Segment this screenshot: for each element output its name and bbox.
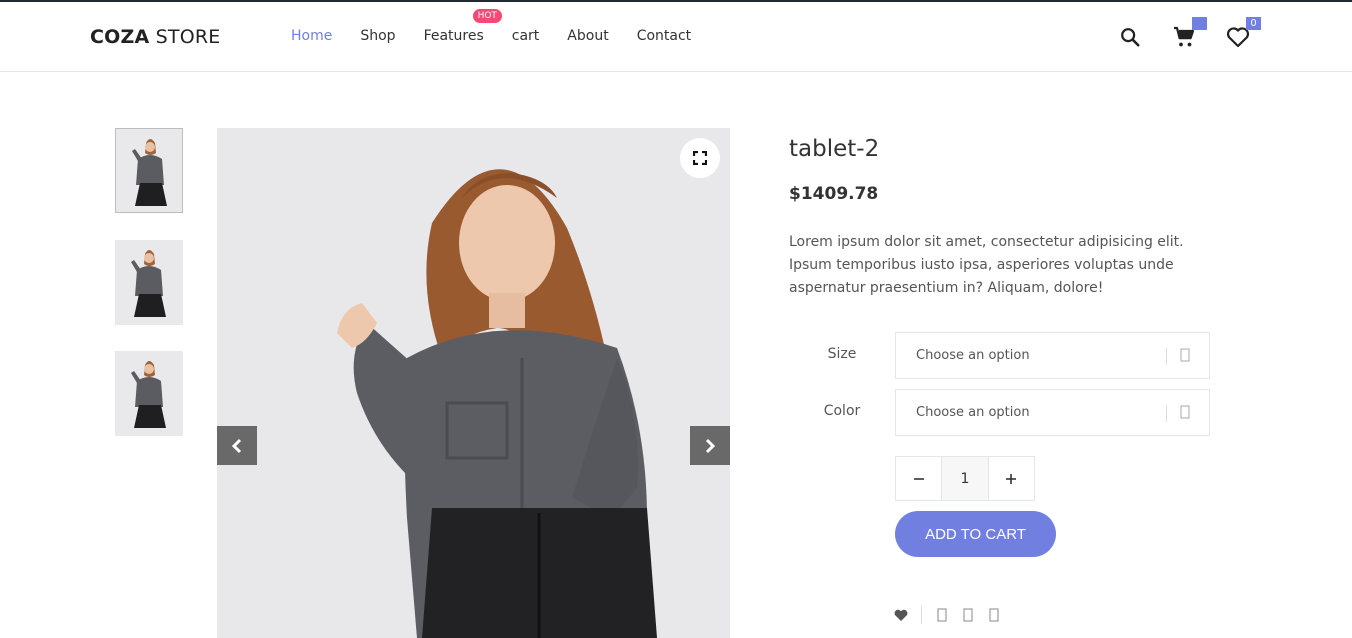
share-bar [893,606,1014,624]
add-to-wishlist-button[interactable] [893,607,909,623]
search-button[interactable] [1117,24,1143,50]
heart-icon [894,609,908,621]
expand-image-button[interactable] [680,138,720,178]
nav-home[interactable]: Home [291,28,332,44]
product-thumbnail-image [116,129,182,212]
google-plus-icon[interactable] [988,607,1000,623]
product-price: $1409.78 [789,184,879,204]
share-divider [921,606,922,624]
nav-features-label: Features [423,28,484,44]
select-divider [1166,348,1167,365]
thumbnail-3[interactable] [115,351,183,436]
product-thumbnail-image [115,351,183,436]
nav-cart[interactable]: cart [512,28,540,44]
minus-icon [913,477,924,480]
size-label: Size [827,346,857,362]
search-icon [1121,28,1140,47]
color-select[interactable]: Choose an option [895,389,1210,436]
quantity-input[interactable]: 1 [941,457,989,500]
logo-light-text: STORE [149,26,221,48]
size-select[interactable]: Choose an option [895,332,1210,379]
select-divider [1166,405,1167,422]
main-nav: Home Shop Features HOT cart About Contac… [291,9,691,44]
thumbnail-2[interactable] [115,240,183,325]
quantity-decrease-button[interactable] [896,457,941,500]
wishlist-button[interactable]: 0 [1225,17,1261,50]
next-image-button[interactable] [690,426,730,465]
chevron-left-icon [231,438,242,453]
nav-features[interactable]: Features HOT [423,9,502,44]
color-select-value: Choose an option [916,405,1030,420]
expand-icon [693,151,707,165]
dropdown-arrow-icon [1180,404,1192,422]
add-to-cart-button[interactable]: ADD TO CART [895,511,1056,557]
site-logo[interactable]: COZA STORE [90,26,220,48]
cart-count-badge [1192,17,1207,30]
hot-badge: HOT [472,9,502,23]
nav-about[interactable]: About [567,28,608,44]
thumbnail-1[interactable] [115,128,183,213]
product-title: tablet-2 [789,136,880,162]
plus-icon [1006,473,1017,484]
chevron-right-icon [705,438,716,453]
size-select-value: Choose an option [916,348,1030,363]
quantity-stepper: 1 [895,456,1035,501]
wishlist-count-badge: 0 [1246,17,1261,30]
color-label: Color [823,403,861,419]
nav-contact[interactable]: Contact [637,28,691,44]
logo-bold-text: COZA [90,26,150,48]
dropdown-arrow-icon [1180,347,1192,365]
product-photo [217,128,730,638]
nav-shop[interactable]: Shop [360,28,395,44]
previous-image-button[interactable] [217,426,257,465]
facebook-icon[interactable] [936,607,948,623]
site-header: COZA STORE Home Shop Features HOT cart A… [0,2,1352,72]
quantity-increase-button[interactable] [989,457,1034,500]
product-description: Lorem ipsum dolor sit amet, consectetur … [789,234,1184,296]
product-thumbnail-image [115,240,183,325]
twitter-icon[interactable] [962,607,974,623]
product-main-image [217,128,730,638]
cart-button[interactable] [1171,17,1207,50]
